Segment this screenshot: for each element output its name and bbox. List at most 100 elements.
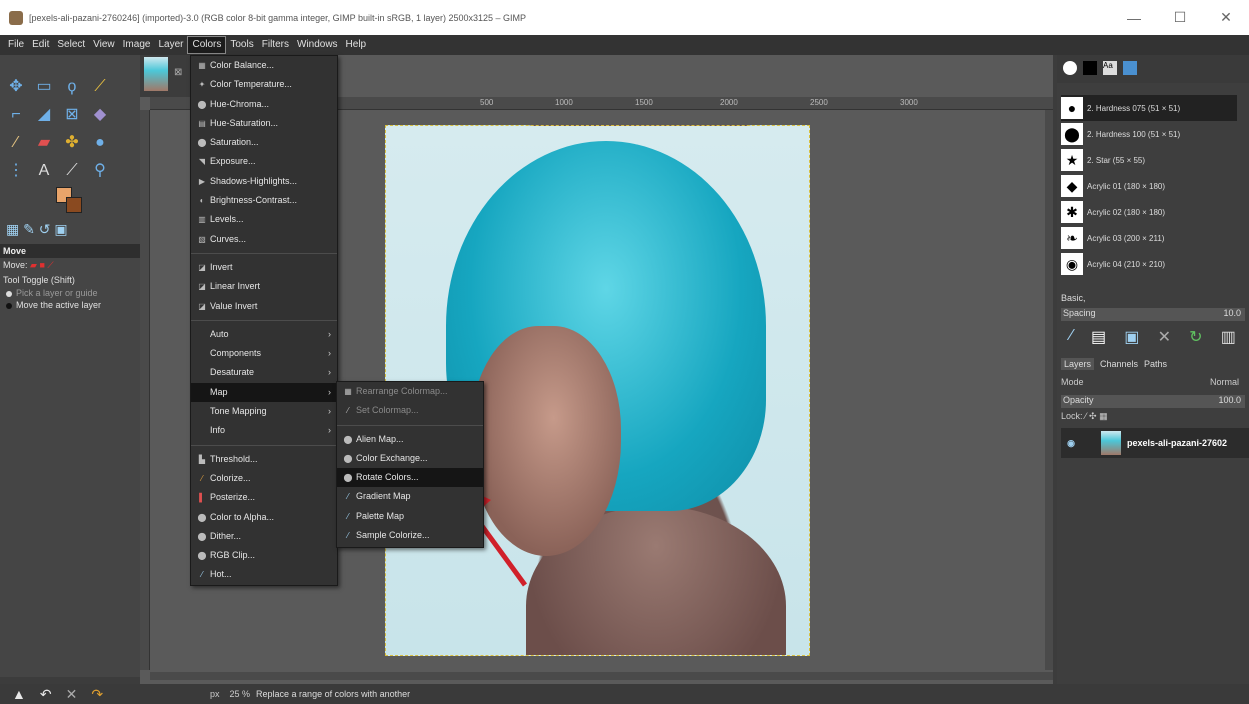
- mode-row[interactable]: Mode Normal: [1061, 377, 1245, 387]
- menu-item-rotate-colors[interactable]: ⬤ Rotate Colors...: [337, 468, 483, 488]
- menu-item-color-exchange[interactable]: ⬤ Color Exchange...: [337, 449, 483, 468]
- minimize-button[interactable]: —: [1111, 10, 1157, 26]
- brush-item[interactable]: ✱ Acrylic 02 (180 × 180): [1061, 199, 1237, 225]
- text-tool-icon[interactable]: A: [34, 161, 54, 181]
- unified-transform-icon[interactable]: ◢: [34, 105, 54, 125]
- zoom-icon[interactable]: ⚲: [90, 161, 110, 181]
- menu-item-threshold[interactable]: ▙ Threshold...: [191, 450, 337, 469]
- menu-item-brightness-contrast[interactable]: ◐ Brightness-Contrast...: [191, 191, 337, 210]
- menu-item-hot[interactable]: ⁄ Hot...: [191, 565, 337, 584]
- tab-channels[interactable]: Channels: [1100, 359, 1138, 369]
- pattern-tab-icon[interactable]: [1083, 61, 1097, 75]
- brush-item[interactable]: ★ 2. Star (55 × 55): [1061, 147, 1237, 173]
- device-status-icon[interactable]: ▲: [12, 686, 26, 703]
- brush-item[interactable]: ❧ Acrylic 03 (200 × 211): [1061, 225, 1237, 251]
- color-picker-icon[interactable]: ⟋: [62, 161, 82, 181]
- refresh-brushes-icon[interactable]: ↻: [1189, 327, 1202, 347]
- new-brush-icon[interactable]: ▤: [1091, 327, 1106, 347]
- menu-file[interactable]: File: [4, 35, 28, 55]
- menu-tools[interactable]: Tools: [226, 35, 257, 55]
- pick-layer-option[interactable]: Pick a layer or guide: [0, 287, 140, 299]
- warp-icon[interactable]: ⊠: [62, 105, 82, 125]
- document-history-tab-icon[interactable]: [1123, 61, 1137, 75]
- opacity-slider[interactable]: Opacity 100.0: [1061, 395, 1245, 408]
- menu-item-value-invert[interactable]: ◪ Value Invert: [191, 297, 337, 316]
- menu-item-levels[interactable]: ▥ Levels...: [191, 210, 337, 229]
- zoom-select[interactable]: 25 %: [230, 689, 251, 699]
- horizontal-scrollbar[interactable]: [150, 672, 1053, 680]
- background-color-swatch[interactable]: [66, 197, 82, 213]
- duplicate-brush-icon[interactable]: ▣: [1124, 327, 1139, 347]
- move-mode-icons[interactable]: ▰ ■ ⟋: [30, 260, 54, 270]
- menu-item-palette-map[interactable]: ⁄ Palette Map: [337, 507, 483, 526]
- font-tab-icon[interactable]: Aa: [1103, 61, 1117, 75]
- brush-item[interactable]: ◆ Acrylic 01 (180 × 180): [1061, 173, 1237, 199]
- menu-item-shadows-highlights[interactable]: ▶ Shadows-Highlights...: [191, 172, 337, 191]
- menu-item-color-to-alpha[interactable]: ⬤ Color to Alpha...: [191, 508, 337, 527]
- menu-layer[interactable]: Layer: [154, 35, 187, 55]
- menu-item-hue-saturation[interactable]: ▤ Hue-Saturation...: [191, 114, 337, 133]
- heal-icon[interactable]: ✤: [62, 133, 82, 153]
- blur-icon[interactable]: ●: [90, 133, 110, 153]
- lock-icons[interactable]: ⁄ ✣ ▦: [1085, 411, 1108, 421]
- menu-item-linear-invert[interactable]: ◪ Linear Invert: [191, 277, 337, 296]
- menu-item-curves[interactable]: ▧ Curves...: [191, 230, 337, 249]
- menu-item-hue-chroma[interactable]: ⬤ Hue-Chroma...: [191, 95, 337, 114]
- brush-item[interactable]: ◉ Acrylic 04 (210 × 210): [1061, 251, 1237, 277]
- eye-icon[interactable]: ◉: [1061, 438, 1081, 449]
- menu-item-desaturate[interactable]: Desaturate ›: [191, 363, 337, 382]
- menu-select[interactable]: Select: [53, 35, 89, 55]
- vertical-scrollbar[interactable]: [1045, 110, 1053, 670]
- paintbrush-icon[interactable]: ⁄: [6, 133, 26, 153]
- menu-item-alien-map[interactable]: ⬤ Alien Map...: [337, 430, 483, 449]
- brush-tab-icon[interactable]: [1063, 61, 1077, 75]
- menu-item-map[interactable]: Map ›: [191, 382, 337, 403]
- move-active-layer-option[interactable]: Move the active layer: [0, 299, 140, 311]
- close-button[interactable]: ✕: [1203, 9, 1249, 26]
- lasso-icon[interactable]: ϙ: [62, 77, 82, 97]
- menu-item-auto[interactable]: Auto ›: [191, 325, 337, 344]
- menu-item-invert[interactable]: ◪ Invert: [191, 258, 337, 277]
- menu-colors[interactable]: Colors: [187, 36, 227, 54]
- menu-item-exposure[interactable]: ◥ Exposure...: [191, 152, 337, 171]
- menu-item-tone-mapping[interactable]: Tone Mapping ›: [191, 402, 337, 421]
- delete-tool-preset-icon[interactable]: ✕: [66, 686, 78, 703]
- rect-select-icon[interactable]: ▭: [34, 77, 54, 97]
- open-brush-icon[interactable]: ▥: [1221, 327, 1236, 347]
- menu-item-saturation[interactable]: ⬤ Saturation...: [191, 133, 337, 152]
- menu-item-color-balance[interactable]: ▦ Color Balance...: [191, 56, 337, 75]
- delete-brush-icon[interactable]: ✕: [1158, 327, 1171, 347]
- undo-icon[interactable]: ↶: [40, 686, 52, 703]
- menu-item-gradient-map[interactable]: ⁄ Gradient Map: [337, 487, 483, 506]
- menu-image[interactable]: Image: [119, 35, 155, 55]
- eraser-icon[interactable]: ▰: [34, 133, 54, 153]
- menu-edit[interactable]: Edit: [28, 35, 53, 55]
- menu-view[interactable]: View: [89, 35, 119, 55]
- layer-row[interactable]: ◉ pexels-ali-pazani-27602: [1061, 428, 1249, 458]
- tab-paths[interactable]: Paths: [1144, 359, 1167, 369]
- image-tab[interactable]: ⊠: [140, 55, 190, 97]
- menu-item-dither[interactable]: ⬤ Dither...: [191, 527, 337, 546]
- menu-item-sample-colorize[interactable]: ⁄ Sample Colorize...: [337, 526, 483, 545]
- fuzzy-select-icon[interactable]: ⟋: [90, 77, 110, 97]
- close-tab-icon[interactable]: ⊠: [174, 67, 182, 78]
- menu-windows[interactable]: Windows: [293, 35, 342, 55]
- move-tool-icon[interactable]: ✥: [6, 77, 26, 97]
- unit-select[interactable]: px: [210, 689, 220, 699]
- menu-item-colorize[interactable]: ⁄ Colorize...: [191, 469, 337, 488]
- move-mode-row[interactable]: Move: ▰ ■ ⟋: [0, 258, 140, 273]
- tool-options-tabs-icon[interactable]: ▦ ✎ ↺ ▣: [6, 221, 68, 238]
- brush-item[interactable]: ⬤ 2. Hardness 100 (51 × 51): [1061, 121, 1237, 147]
- menu-item-rgb-clip[interactable]: ⬤ RGB Clip...: [191, 546, 337, 565]
- brush-item[interactable]: ● 2. Hardness 075 (51 × 51): [1061, 95, 1237, 121]
- menu-filters[interactable]: Filters: [258, 35, 293, 55]
- tab-layers[interactable]: Layers: [1061, 358, 1095, 370]
- menu-item-posterize[interactable]: ▌ Posterize...: [191, 488, 337, 507]
- menu-help[interactable]: Help: [342, 35, 371, 55]
- edit-brush-icon[interactable]: ⁄: [1070, 327, 1073, 347]
- brush-preset-field[interactable]: Basic,: [1061, 293, 1245, 303]
- spacing-slider[interactable]: Spacing 10.0: [1061, 308, 1245, 321]
- path-icon[interactable]: ⋮: [6, 161, 26, 181]
- menu-item-components[interactable]: Components ›: [191, 344, 337, 363]
- mode-select[interactable]: Normal: [1210, 377, 1239, 387]
